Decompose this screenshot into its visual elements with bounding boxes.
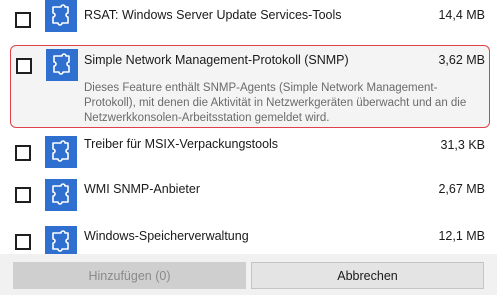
add-button[interactable]: Hinzufügen (0) xyxy=(13,262,246,289)
feature-size: 3,62 MB xyxy=(438,53,485,67)
cancel-button[interactable]: Abbrechen xyxy=(251,262,484,289)
feature-description: Dieses Feature enthält SNMP-Agents (Simp… xyxy=(84,82,467,124)
feature-size: 2,67 MB xyxy=(438,182,485,196)
feature-title: WMI SNMP-Anbieter xyxy=(84,182,200,196)
feature-size: 31,3 KB xyxy=(440,138,485,152)
dialog-footer: Hinzufügen (0) Abbrechen xyxy=(0,254,497,295)
puzzle-icon xyxy=(45,0,77,32)
feature-size: 12,1 MB xyxy=(438,229,485,243)
feature-row-rsat-wsus[interactable]: RSAT: Windows Server Update Services-Too… xyxy=(0,0,497,36)
feature-title: Windows-Speicherverwaltung xyxy=(84,229,249,243)
puzzle-icon xyxy=(45,179,77,211)
feature-title: RSAT: Windows Server Update Services-Too… xyxy=(84,8,342,22)
feature-row-wmi-snmp[interactable]: WMI SNMP-Anbieter 2,67 MB xyxy=(0,173,497,217)
puzzle-icon xyxy=(45,226,77,254)
feature-size: 14,4 MB xyxy=(438,8,485,22)
feature-checkbox[interactable] xyxy=(16,58,32,74)
feature-checkbox[interactable] xyxy=(15,145,31,161)
feature-row-storage-mgmt[interactable]: Windows-Speicherverwaltung 12,1 MB xyxy=(0,220,497,254)
feature-title: Simple Network Management-Protokoll (SNM… xyxy=(84,53,349,67)
puzzle-icon xyxy=(45,136,77,168)
feature-checkbox[interactable] xyxy=(15,12,31,28)
feature-checkbox[interactable] xyxy=(15,234,31,250)
feature-title: Treiber für MSIX-Verpackungstools xyxy=(84,137,279,151)
feature-row-snmp[interactable]: Simple Network Management-Protokoll (SNM… xyxy=(10,45,490,128)
feature-row-msix-driver[interactable]: Treiber für MSIX-Verpackungstools 31,3 K… xyxy=(0,128,497,172)
feature-checkbox[interactable] xyxy=(15,187,31,203)
puzzle-icon xyxy=(46,49,78,81)
feature-list: RSAT: Windows Server Update Services-Too… xyxy=(0,0,497,254)
